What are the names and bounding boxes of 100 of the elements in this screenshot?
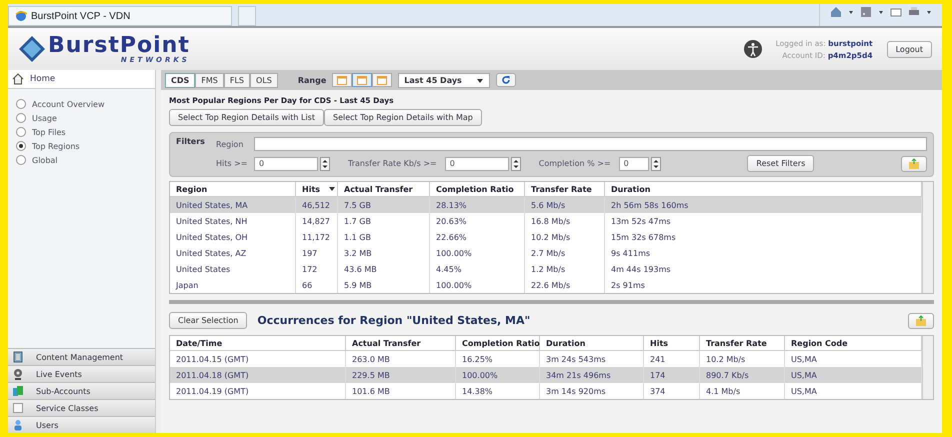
- export-button[interactable]: [901, 156, 927, 172]
- sidebar-item[interactable]: Usage: [32, 114, 57, 122]
- table-cell: United States: [170, 261, 296, 277]
- rate-field[interactable]: 0: [444, 156, 509, 170]
- sidebar-item[interactable]: Top Files: [32, 128, 66, 136]
- sidebar-section[interactable]: Sub-Accounts: [8, 382, 155, 399]
- mail-icon: [890, 6, 902, 18]
- table-cell: 46,512: [296, 197, 338, 213]
- document-icon: [12, 351, 24, 363]
- table-cell: 5.6 Mb/s: [525, 197, 605, 213]
- table-cell: 2011.04.19 (GMT): [170, 383, 346, 399]
- column-header[interactable]: Region Code: [785, 336, 922, 351]
- table-cell: 172: [296, 261, 338, 277]
- filters-label: Filters: [176, 137, 206, 148]
- service-tab[interactable]: CDS: [165, 72, 196, 88]
- caret-icon: [848, 9, 854, 15]
- table-cell: 1.7 GB: [338, 213, 430, 229]
- diamond-logo-icon: [18, 35, 46, 63]
- table-cell: 4.1 Mb/s: [700, 383, 785, 399]
- completion-field[interactable]: 0: [618, 156, 649, 170]
- view-button[interactable]: Select Top Region Details with Map: [324, 109, 482, 126]
- sidebar-item[interactable]: Global: [32, 156, 58, 164]
- dropdown-caret-icon: [476, 76, 484, 84]
- table-cell: United States, MA: [170, 197, 296, 213]
- folder-export-icon: [915, 314, 927, 326]
- table-cell: 2.7 Mb/s: [525, 245, 605, 261]
- sidebar-section[interactable]: Live Events: [8, 365, 155, 382]
- sidebar-section[interactable]: Service Classes: [8, 399, 155, 416]
- calendar-button[interactable]: [352, 73, 372, 87]
- webcam-icon: [12, 368, 24, 380]
- logout-button[interactable]: Logout: [886, 40, 932, 58]
- calendar-icon: [356, 74, 368, 86]
- rate-label: Transfer Rate Kb/s >=: [348, 159, 437, 168]
- hits-field[interactable]: 0: [254, 156, 318, 170]
- caret-icon: [878, 9, 884, 15]
- table-cell: 14.38%: [456, 383, 540, 399]
- home-icon: [830, 6, 842, 18]
- logo-text: BurstPoint: [48, 34, 190, 56]
- refresh-button[interactable]: [496, 73, 516, 87]
- column-header[interactable]: Transfer Rate: [700, 336, 785, 351]
- calendar-button[interactable]: [372, 73, 392, 87]
- export-button[interactable]: [908, 312, 934, 328]
- radio-button[interactable]: [16, 127, 26, 137]
- refresh-icon: [500, 74, 512, 86]
- radio-button[interactable]: [16, 141, 26, 151]
- sidebar-item[interactable]: Top Regions: [32, 142, 80, 150]
- printer-icon: [908, 6, 920, 18]
- service-tab[interactable]: FLS: [224, 72, 250, 88]
- range-label: Range: [298, 76, 326, 84]
- table-cell: 34m 21s 496ms: [540, 367, 644, 383]
- table-cell: 3m 14s 920ms: [540, 383, 644, 399]
- column-header[interactable]: Date/Time: [170, 336, 346, 351]
- calendar-icon: [336, 74, 348, 86]
- column-header[interactable]: Actual Transfer: [346, 336, 456, 351]
- period-dropdown[interactable]: Last 45 Days: [398, 72, 490, 88]
- table-cell: US,MA: [785, 367, 922, 383]
- table-cell: 11,172: [296, 229, 338, 245]
- table-cell: 10.2 Mb/s: [525, 229, 605, 245]
- table-cell: 43.6 MB: [338, 261, 430, 277]
- table-cell: 197: [296, 245, 338, 261]
- sidebar-item[interactable]: Account Overview: [32, 100, 105, 108]
- browser-tab[interactable]: BurstPoint VCP - VDN: [8, 6, 232, 26]
- table-cell: United States, OH: [170, 229, 296, 245]
- column-header[interactable]: Duration: [540, 336, 644, 351]
- sidebar-section[interactable]: Content Management: [8, 348, 155, 365]
- table-cell: United States, NH: [170, 213, 296, 229]
- table-cell: Japan: [170, 277, 296, 293]
- sidebar-section[interactable]: Users: [8, 416, 155, 433]
- view-button[interactable]: Select Top Region Details with List: [169, 109, 324, 126]
- radio-button[interactable]: [16, 155, 26, 165]
- table-cell: 16.8 Mb/s: [525, 213, 605, 229]
- radio-button[interactable]: [16, 99, 26, 109]
- table-cell: 100.00%: [430, 277, 525, 293]
- clear-selection-button[interactable]: Clear Selection: [169, 312, 248, 329]
- table-cell: 174: [644, 367, 700, 383]
- table-cell: 22.66%: [430, 229, 525, 245]
- caret-icon: [926, 9, 932, 15]
- calendar-icon: [376, 74, 388, 86]
- table-cell: 4.45%: [430, 261, 525, 277]
- service-tab[interactable]: FMS: [195, 72, 224, 88]
- radio-button[interactable]: [16, 113, 26, 123]
- table-cell: 20.63%: [430, 213, 525, 229]
- table-cell: 14,827: [296, 213, 338, 229]
- accounts-icon: [12, 385, 24, 397]
- region-label: Region: [216, 140, 244, 148]
- table-cell: 2h 56m 58s 160ms: [605, 197, 922, 213]
- table-cell: 1.2 Mb/s: [525, 261, 605, 277]
- reset-filters-button[interactable]: Reset Filters: [747, 155, 814, 172]
- service-tab[interactable]: OLS: [250, 72, 278, 88]
- calendar-button[interactable]: [332, 73, 352, 87]
- home-nav-item[interactable]: Home: [8, 70, 155, 89]
- column-header[interactable]: Completion Ratio: [456, 336, 540, 351]
- person-icon: [12, 419, 24, 431]
- table-cell: 28.13%: [430, 197, 525, 213]
- table-cell: United States, AZ: [170, 245, 296, 261]
- spinner-arrows-icon: [320, 156, 330, 170]
- feed-icon: [860, 6, 872, 18]
- column-header[interactable]: Hits: [644, 336, 700, 351]
- table-cell: 22.6 Mb/s: [525, 277, 605, 293]
- table-cell: 890.7 Kb/s: [700, 367, 785, 383]
